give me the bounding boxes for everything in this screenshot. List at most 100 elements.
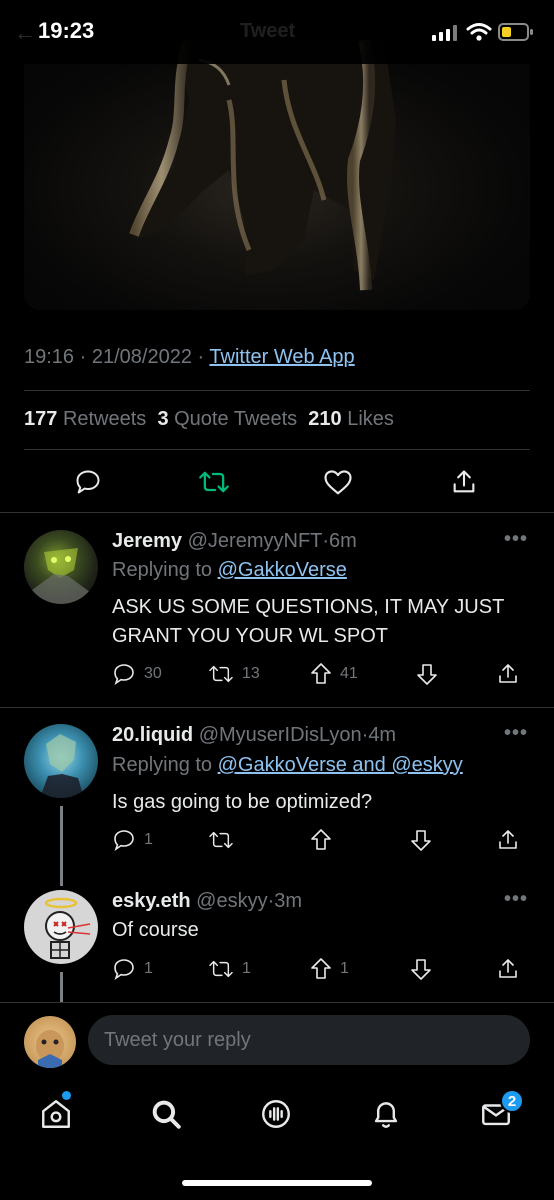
share-button[interactable] — [496, 658, 520, 690]
thread-line — [60, 806, 63, 886]
reply-count: 1 — [144, 960, 153, 977]
avatar-image — [40, 734, 84, 798]
meta-separator: · — [197, 346, 205, 368]
bottom-tab-bar — [0, 1086, 554, 1146]
reply-count: 1 — [144, 831, 153, 848]
retweet-button[interactable] — [194, 462, 234, 502]
downvote-button[interactable] — [410, 953, 432, 985]
like-button[interactable] — [318, 462, 358, 502]
reply-icon — [76, 470, 100, 494]
likes-label: Likes — [347, 408, 394, 430]
avatar-image — [32, 548, 90, 604]
tweet-time: 19:16 — [24, 346, 75, 368]
reply-text: ASK US SOME QUESTIONS, IT MAY JUST GRANT… — [112, 596, 504, 647]
likes-stat[interactable]: 210 Likes — [308, 408, 394, 430]
retweet-count: 13 — [242, 665, 260, 682]
avatar[interactable] — [24, 890, 98, 964]
reply-button[interactable]: 1 — [112, 824, 153, 856]
share-icon — [499, 830, 517, 849]
reply-input[interactable]: Tweet your reply — [88, 1015, 530, 1065]
share-button[interactable] — [444, 462, 484, 502]
divider — [0, 1002, 554, 1003]
tab-home[interactable] — [30, 1086, 82, 1142]
retweets-stat[interactable]: 177 Retweets — [24, 408, 146, 430]
upvote-icon — [311, 829, 331, 850]
figure-illustration — [129, 40, 396, 291]
tweet-stats: 177 Retweets 3 Quote Tweets 210 Likes — [24, 408, 394, 431]
reply-author-handle[interactable]: @JeremyyNFT — [188, 530, 323, 552]
downvote-button[interactable] — [416, 658, 438, 690]
reply-time: 4m — [368, 724, 397, 746]
retweet-icon — [209, 665, 233, 683]
share-icon — [499, 959, 517, 978]
likes-count: 210 — [308, 408, 342, 430]
status-bar: ← 19:23 Tweet — [0, 0, 554, 64]
signal-icon — [432, 25, 457, 41]
downvote-button[interactable] — [410, 824, 432, 856]
retweet-button[interactable] — [208, 824, 242, 856]
reply-author-handle[interactable]: @MyuserIDisLyon — [199, 724, 362, 746]
downvote-icon — [417, 664, 437, 685]
retweet-count: 1 — [242, 960, 251, 977]
upvote-button[interactable]: 1 — [310, 953, 349, 985]
more-options-icon[interactable]: ••• — [504, 722, 528, 745]
avatar[interactable] — [24, 530, 98, 604]
tab-spaces[interactable] — [250, 1086, 302, 1142]
home-icon — [42, 1100, 70, 1128]
retweet-icon — [209, 831, 233, 849]
reply-author-name[interactable]: esky.eth — [112, 890, 191, 912]
reply-button[interactable] — [68, 462, 108, 502]
replying-to-link[interactable]: @GakkoVerse and @eskyy — [218, 754, 463, 776]
reply-actions: 30 13 41 — [112, 658, 532, 690]
reply-author-name[interactable]: Jeremy — [112, 530, 182, 552]
replying-to: Replying to @GakkoVerse and @eskyy — [112, 754, 463, 777]
tab-search[interactable] — [140, 1086, 192, 1142]
share-button[interactable] — [496, 824, 520, 856]
retweet-button[interactable]: 13 — [208, 658, 260, 690]
heart-icon — [324, 470, 352, 495]
replying-to: Replying to @GakkoVerse — [112, 559, 347, 582]
tweet-media-image[interactable] — [24, 40, 530, 310]
reply-actions: 1 — [112, 824, 532, 856]
retweet-button[interactable]: 1 — [208, 953, 251, 985]
page-title: Tweet — [240, 20, 296, 42]
avatar-image — [36, 1030, 64, 1068]
reply-author-handle[interactable]: @eskyy — [196, 890, 267, 912]
divider — [24, 449, 530, 450]
retweets-label: Retweets — [62, 408, 147, 430]
tab-notifications[interactable] — [360, 1086, 412, 1142]
reply-author-name[interactable]: 20.liquid — [112, 724, 193, 746]
quotes-stat[interactable]: 3 Quote Tweets — [157, 408, 297, 430]
replying-to-link[interactable]: @GakkoVerse — [218, 559, 347, 581]
reply-button[interactable]: 1 — [112, 953, 153, 985]
reply-button[interactable]: 30 — [112, 658, 162, 690]
divider — [24, 390, 530, 391]
more-options-icon[interactable]: ••• — [504, 888, 528, 911]
tweet-meta: 19:16 · 21/08/2022 · Twitter Web App — [24, 346, 355, 369]
tweet-date: 21/08/2022 — [91, 346, 192, 368]
avatar[interactable] — [24, 724, 98, 798]
downvote-icon — [411, 830, 431, 851]
retweets-count: 177 — [24, 408, 58, 430]
home-indicator[interactable] — [182, 1180, 372, 1186]
divider — [0, 512, 554, 513]
more-options-icon[interactable]: ••• — [504, 528, 528, 551]
upvote-button[interactable]: 41 — [310, 658, 358, 690]
reply-icon — [114, 959, 134, 980]
upvote-count: 1 — [340, 960, 349, 977]
reply-time: 6m — [329, 530, 357, 552]
status-time: 19:23 — [38, 18, 95, 43]
quotes-count: 3 — [157, 408, 169, 430]
reply-icon — [114, 664, 134, 685]
upvote-icon — [311, 958, 331, 979]
tweet-source-link[interactable]: Twitter Web App — [209, 346, 354, 368]
share-button[interactable] — [496, 953, 520, 985]
replying-prefix: Replying to — [112, 754, 213, 776]
upvote-button[interactable] — [310, 824, 340, 856]
thread-line — [60, 972, 63, 1002]
upvote-count: 41 — [340, 665, 358, 682]
reply-count: 30 — [144, 665, 162, 682]
replying-prefix: Replying to — [112, 559, 213, 581]
back-arrow-icon[interactable]: ← — [14, 20, 36, 46]
avatar[interactable] — [24, 1016, 76, 1068]
